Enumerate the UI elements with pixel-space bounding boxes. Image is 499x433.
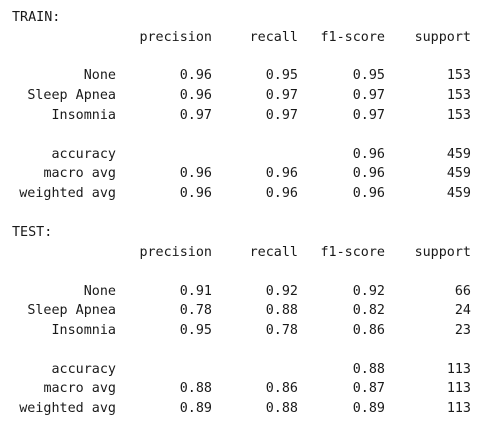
support-value: 24	[454, 303, 471, 318]
precision-value: 0.96	[179, 88, 212, 103]
row-label: macro avg	[43, 381, 116, 396]
f1-score-value: 0.96	[352, 186, 385, 201]
row-label: Sleep Apnea	[27, 303, 116, 318]
recall-value: 0.96	[265, 166, 298, 181]
train-header-support: support	[414, 30, 471, 45]
train-header-f1-score: f1-score	[320, 30, 386, 45]
support-value: 113	[446, 401, 471, 416]
row-label: weighted avg	[19, 401, 116, 416]
support-value: 459	[446, 166, 471, 181]
row-label: Insomnia	[51, 323, 117, 338]
precision-value: 0.96	[179, 186, 212, 201]
support-value: 153	[446, 68, 471, 83]
recall-value: 0.78	[265, 323, 298, 338]
f1-score-value: 0.86	[352, 323, 385, 338]
row-label: accuracy	[51, 362, 117, 377]
support-value: 153	[446, 88, 471, 103]
test-header-f1-score: f1-score	[320, 245, 386, 260]
f1-score-value: 0.89	[352, 401, 385, 416]
test-header-precision: precision	[139, 245, 212, 260]
precision-value: 0.89	[179, 401, 212, 416]
classification-report-output: TRAIN: precision recall f1-score support…	[0, 0, 499, 433]
f1-score-value: 0.95	[352, 68, 385, 83]
support-value: 113	[446, 381, 471, 396]
recall-value: 0.88	[265, 401, 298, 416]
f1-score-value: 0.82	[352, 303, 385, 318]
f1-score-value: 0.92	[352, 284, 385, 299]
recall-value: 0.97	[265, 88, 298, 103]
recall-value: 0.96	[265, 186, 298, 201]
row-label: macro avg	[43, 166, 116, 181]
precision-value: 0.96	[179, 68, 212, 83]
test-section-title: TEST:	[12, 225, 53, 240]
precision-value: 0.95	[179, 323, 212, 338]
row-label: accuracy	[51, 147, 117, 162]
row-label: None	[83, 284, 116, 299]
precision-value: 0.88	[179, 381, 212, 396]
f1-score-value: 0.87	[352, 381, 385, 396]
recall-value: 0.95	[265, 68, 298, 83]
train-header-precision: precision	[139, 30, 212, 45]
test-header-recall: recall	[249, 245, 298, 260]
support-value: 66	[454, 284, 471, 299]
recall-value: 0.86	[265, 381, 298, 396]
support-value: 459	[446, 186, 471, 201]
row-label: Insomnia	[51, 108, 117, 123]
support-value: 23	[454, 323, 471, 338]
row-label: None	[83, 68, 116, 83]
f1-score-value: 0.97	[352, 88, 385, 103]
row-label: weighted avg	[19, 186, 116, 201]
recall-value: 0.92	[265, 284, 298, 299]
f1-score-value: 0.97	[352, 108, 385, 123]
precision-value: 0.96	[179, 166, 212, 181]
support-value: 113	[446, 362, 471, 377]
support-value: 153	[446, 108, 471, 123]
train-section-title: TRAIN:	[12, 10, 61, 25]
precision-value: 0.97	[179, 108, 212, 123]
precision-value: 0.78	[179, 303, 212, 318]
support-value: 459	[446, 147, 471, 162]
row-label: Sleep Apnea	[27, 88, 116, 103]
f1-score-value: 0.96	[352, 166, 385, 181]
train-header-recall: recall	[249, 30, 298, 45]
recall-value: 0.97	[265, 108, 298, 123]
test-header-support: support	[414, 245, 471, 260]
f1-score-value: 0.96	[352, 147, 385, 162]
recall-value: 0.88	[265, 303, 298, 318]
precision-value: 0.91	[179, 284, 212, 299]
f1-score-value: 0.88	[352, 362, 385, 377]
